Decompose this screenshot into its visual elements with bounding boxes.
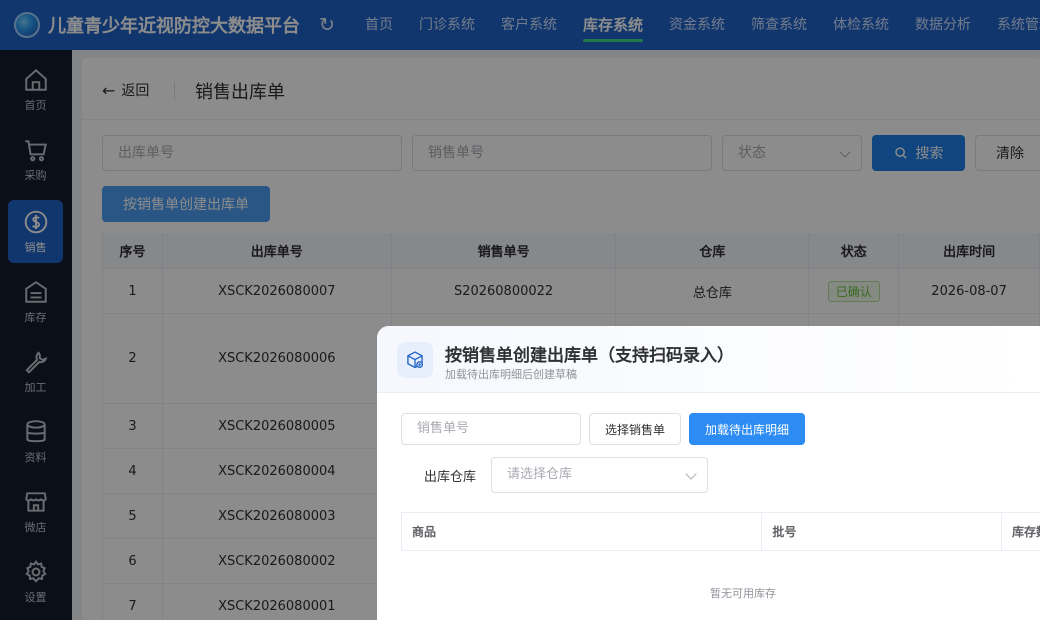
create-outbound-dialog: 按销售单创建出库单（支持扫码录入） 加载待出库明细后创建草稿 销售单号 选择销售… <box>377 326 1040 620</box>
dialog-subtitle: 加载待出库明细后创建草稿 <box>445 368 577 381</box>
warehouse-label: 出库仓库 <box>424 470 477 485</box>
dialog-sale-no-input[interactable]: 销售单号 <box>401 413 581 445</box>
warehouse-placeholder: 请选择仓库 <box>507 467 573 482</box>
column-header: 批号 <box>762 513 1003 550</box>
warehouse-select[interactable]: 请选择仓库 <box>491 457 708 493</box>
choose-sale-button[interactable]: 选择销售单 <box>589 413 681 445</box>
table-header: 商品 批号 库存数 <box>402 513 1040 551</box>
dialog-header: 按销售单创建出库单（支持扫码录入） 加载待出库明细后创建草稿 <box>377 326 1040 393</box>
column-header: 库存数 <box>1012 525 1040 539</box>
stock-table: 商品 批号 库存数 <box>401 512 1040 551</box>
chevron-down-icon <box>685 468 697 480</box>
load-details-button[interactable]: 加载待出库明细 <box>689 413 805 445</box>
empty-text: 暂无可用库存 <box>710 587 776 600</box>
column-header: 商品 <box>402 513 763 550</box>
dialog-title: 按销售单创建出库单（支持扫码录入） <box>445 346 734 366</box>
box-plus-icon <box>397 342 433 378</box>
